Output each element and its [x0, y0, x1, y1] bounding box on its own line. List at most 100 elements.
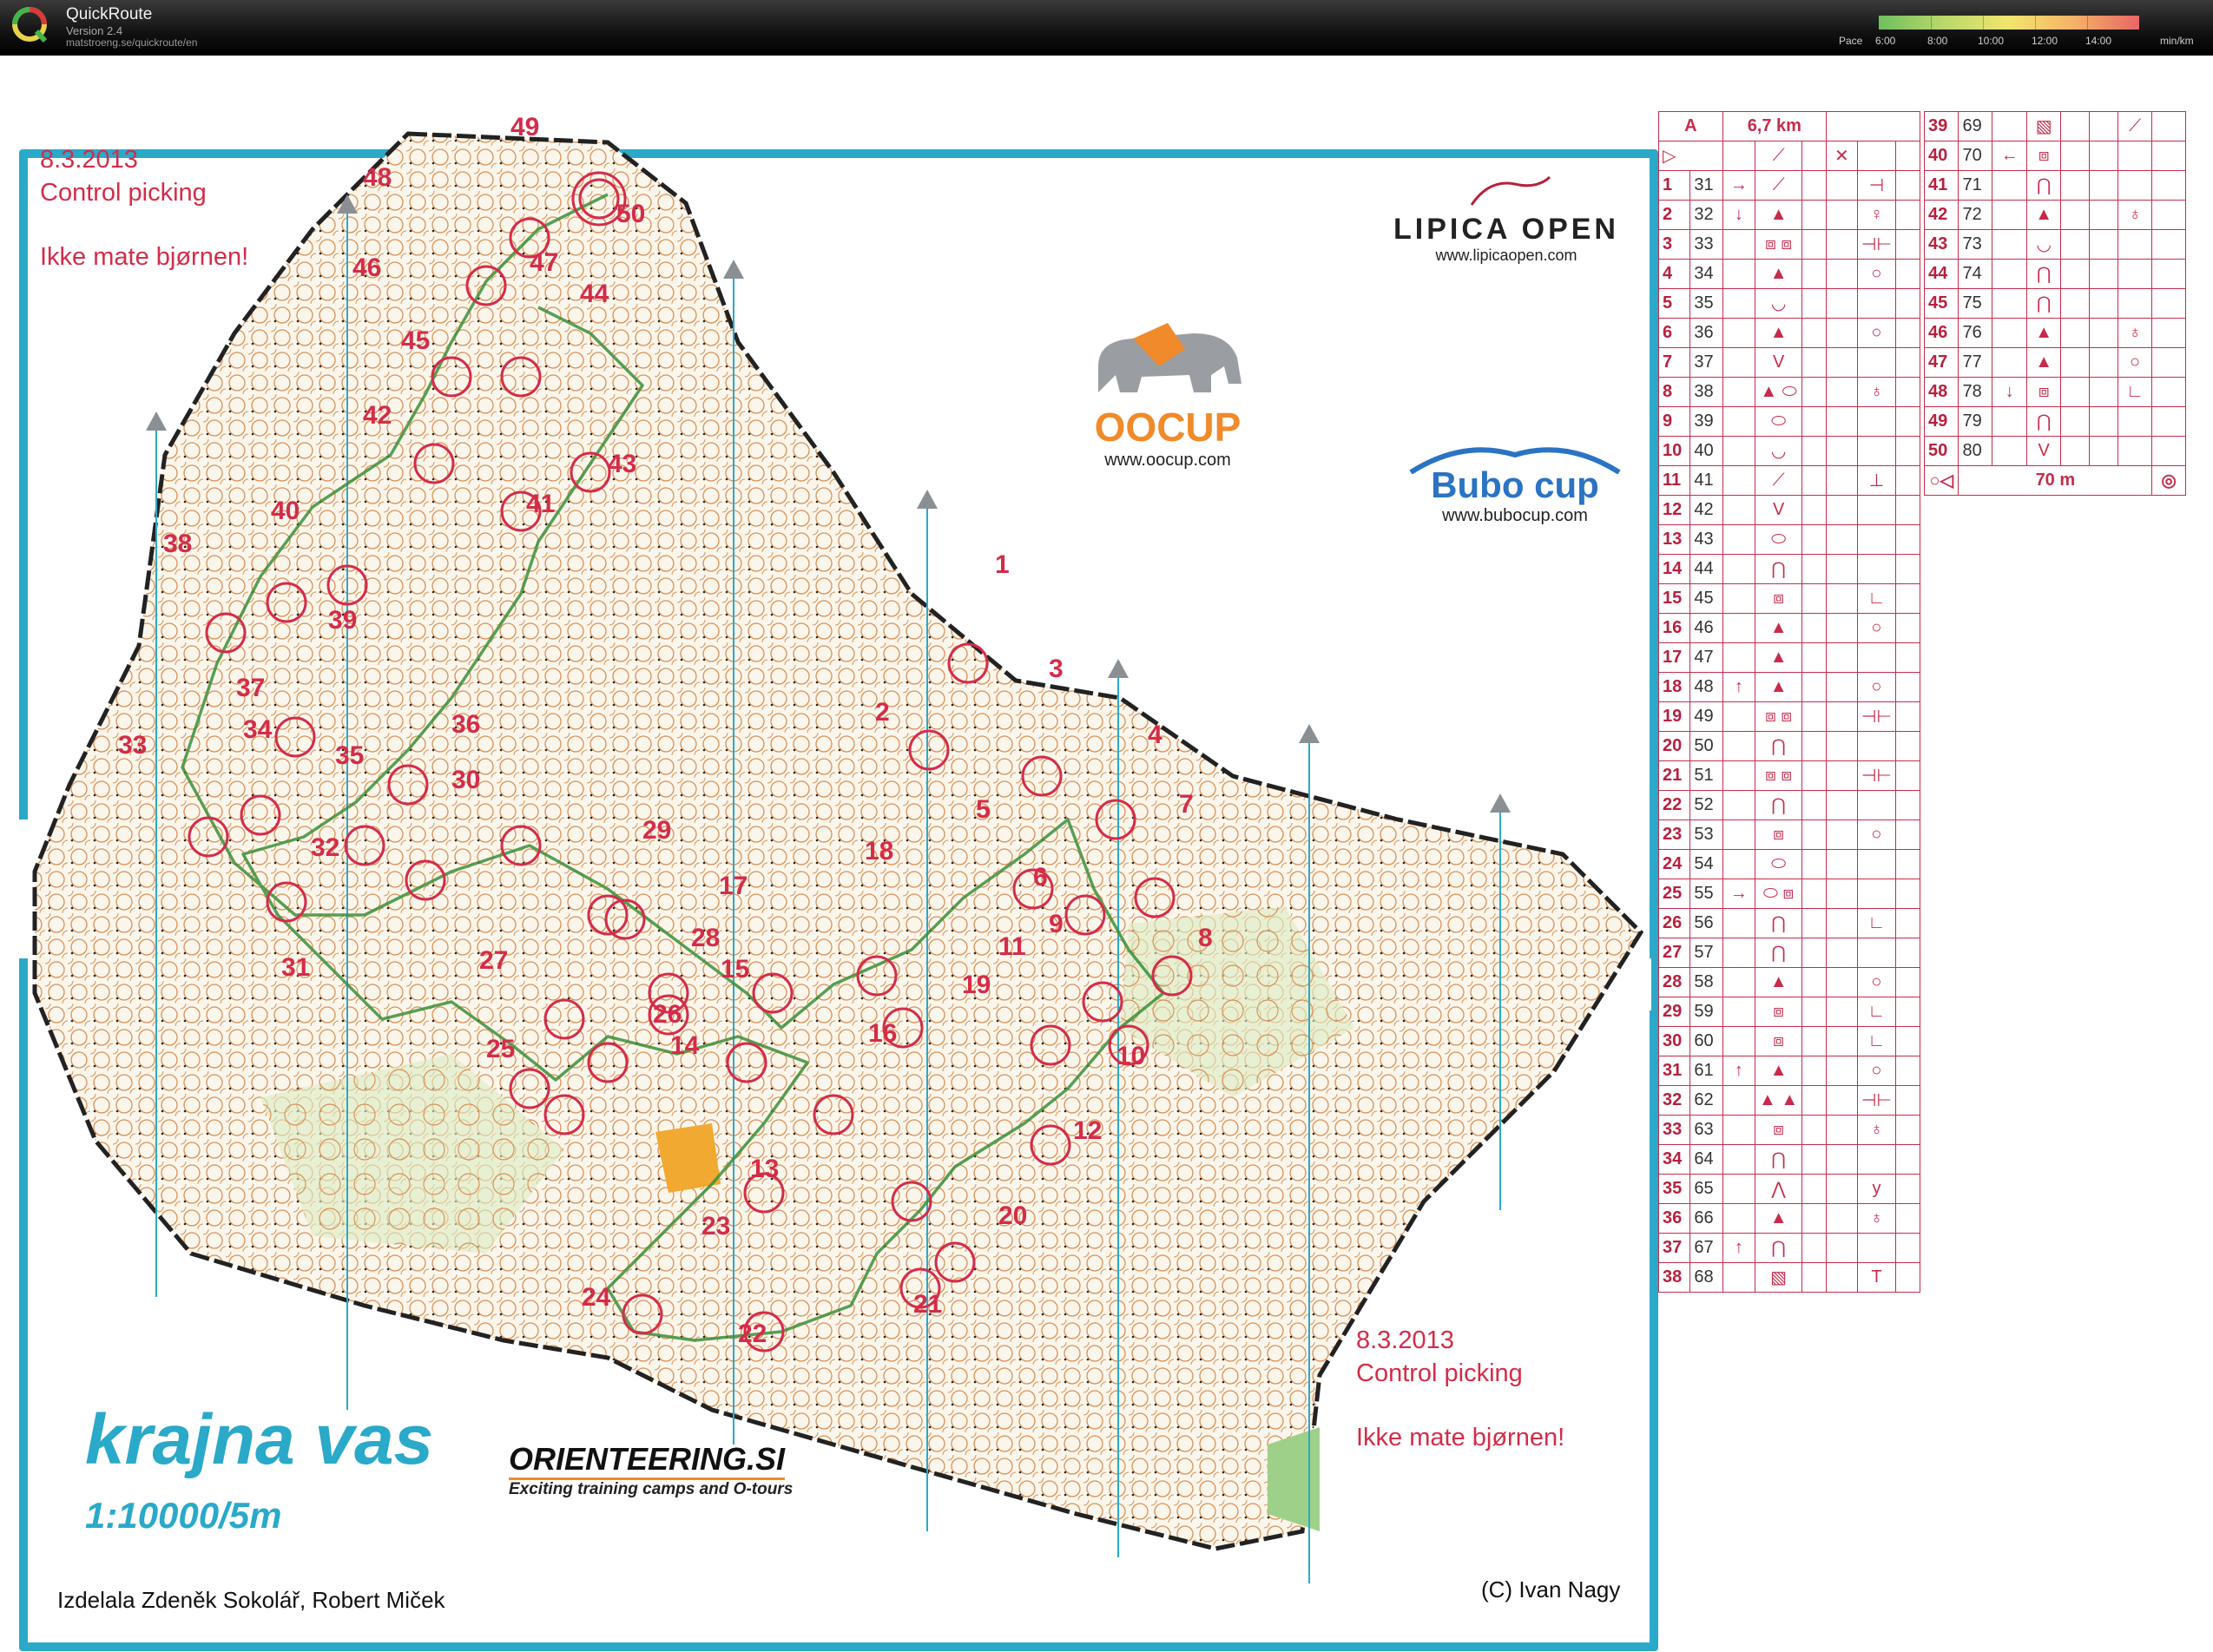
feature-symbol: ⋂ — [1755, 731, 1803, 761]
lipica-name: LIPICA OPEN — [1393, 213, 1619, 246]
dimensions — [1825, 347, 1858, 378]
control-code: 48 — [1689, 672, 1723, 702]
description-row: 2 32 ↓ ▲ ♀ — [1657, 200, 1920, 230]
feature-symbol: ⧈ — [2025, 377, 2062, 407]
app-url[interactable]: matstroeng.se/quickroute/en — [66, 36, 197, 49]
appearance — [1801, 347, 1827, 378]
feature-symbol: ▲ — [2025, 200, 2062, 230]
finish-start-icon: ○◁ — [1923, 465, 1959, 496]
dimensions — [1825, 790, 1858, 820]
other-info — [2151, 141, 2186, 171]
map-canvas[interactable]: 49 48 50 47 46 44 45 42 43 41 40 38 39 3… — [0, 56, 2213, 1652]
control-label: 10 — [1116, 1042, 1146, 1070]
control-label: 41 — [526, 490, 556, 518]
other-info — [1895, 1262, 1920, 1293]
description-row: 49 79 ⋂ — [1923, 406, 2186, 437]
control-code: 38 — [1689, 377, 1723, 407]
control-label: 50 — [616, 200, 646, 228]
which-feature: ← — [1992, 141, 2027, 171]
location-detail: ∟ — [1856, 583, 1897, 614]
feature-symbol: ▲ — [1755, 967, 1803, 997]
control-code: 54 — [1689, 849, 1723, 879]
feature-symbol: ▲ — [1755, 1203, 1803, 1234]
event-course: Control picking — [40, 179, 207, 207]
other-info — [1895, 967, 1920, 997]
control-order: 11 — [1657, 465, 1691, 496]
control-order: 34 — [1657, 1144, 1691, 1175]
control-order: 23 — [1657, 819, 1691, 850]
control-order: 22 — [1657, 790, 1691, 820]
which-feature — [1722, 1262, 1756, 1293]
dimensions — [1825, 554, 1858, 584]
description-row: 15 45 ⧈ ∟ — [1657, 583, 1920, 614]
location-detail — [1856, 524, 1897, 555]
dimensions — [1825, 1115, 1858, 1145]
other-info — [1895, 790, 1920, 820]
location-detail: ♁ — [2117, 318, 2153, 348]
location-detail: ⟋ — [2117, 111, 2153, 142]
appearance — [2060, 200, 2091, 230]
control-order: 49 — [1923, 406, 1959, 437]
location-detail: ○ — [1856, 259, 1897, 289]
control-order: 30 — [1657, 1026, 1691, 1056]
control-code: 73 — [1958, 229, 1993, 260]
dimensions — [2089, 436, 2118, 466]
location-detail: ⊣⊢ — [1856, 1085, 1897, 1116]
feature-symbol: ⟋ — [1755, 170, 1803, 201]
description-row: 14 44 ⋂ — [1657, 554, 1920, 584]
location-detail: ⊥ — [1856, 465, 1897, 496]
feature-symbol: ⟋ — [1755, 465, 1803, 496]
location-detail — [1856, 495, 1897, 525]
dimensions — [1825, 288, 1858, 319]
bubo-url: www.bubocup.com — [1442, 506, 1588, 525]
feature-symbol: ⬭ — [1755, 406, 1803, 437]
description-row: 35 65 ⋀ y — [1657, 1174, 1920, 1204]
description-row: 10 40 ◡ — [1657, 436, 1920, 466]
control-code: 74 — [1958, 259, 1993, 289]
which-feature: ↓ — [1992, 377, 2027, 407]
control-order: 8 — [1657, 377, 1691, 407]
appearance — [1801, 465, 1827, 496]
which-feature — [1992, 170, 2027, 201]
control-order: 15 — [1657, 583, 1691, 614]
location-detail: ○ — [1856, 819, 1897, 850]
location-detail — [1856, 849, 1897, 879]
map-copyright: (C) Ivan Nagy — [1481, 1576, 1621, 1603]
dimensions — [1825, 170, 1858, 201]
control-code: 52 — [1689, 790, 1723, 820]
other-info — [1895, 1056, 1920, 1086]
which-feature — [1722, 1203, 1756, 1234]
description-row: 9 39 ⬭ — [1657, 406, 1920, 437]
appearance — [1801, 1203, 1827, 1234]
location-detail — [2117, 170, 2153, 201]
control-code: 44 — [1689, 554, 1723, 584]
control-code: 56 — [1689, 908, 1723, 938]
dimensions — [2089, 111, 2118, 142]
description-row: 48 78 ↓ ⧈ ∟ — [1923, 377, 2186, 407]
control-order: 31 — [1657, 1056, 1691, 1086]
other-info — [1895, 938, 1920, 968]
appearance — [1801, 967, 1827, 997]
appearance — [2060, 288, 2091, 319]
location-detail — [1856, 938, 1897, 968]
control-order: 19 — [1657, 701, 1691, 732]
control-label: 35 — [335, 741, 365, 770]
dimensions — [2089, 377, 2118, 407]
description-row: 34 64 ⋂ — [1657, 1144, 1920, 1175]
other-info — [1895, 731, 1920, 761]
which-feature — [1722, 318, 1756, 348]
description-row: 26 56 ⋂ ∟ — [1657, 908, 1920, 938]
pace-legend: Pace 6:00 8:00 10:00 12:00 14:00 min/km — [1823, 12, 2205, 50]
pace-tick: 6:00 — [1875, 35, 1896, 47]
control-label: 15 — [721, 955, 750, 984]
feature-symbol: ▲ ▲ — [1755, 1085, 1803, 1116]
location-detail — [2117, 406, 2153, 437]
control-code: 40 — [1689, 436, 1723, 466]
control-order: 40 — [1923, 141, 1959, 171]
which-feature — [1722, 1026, 1756, 1056]
dimensions — [2089, 406, 2118, 437]
control-code: 37 — [1689, 347, 1723, 378]
feature-symbol: ▲ — [2025, 318, 2062, 348]
feature-symbol: ⋂ — [1755, 938, 1803, 968]
location-detail — [1856, 554, 1897, 584]
